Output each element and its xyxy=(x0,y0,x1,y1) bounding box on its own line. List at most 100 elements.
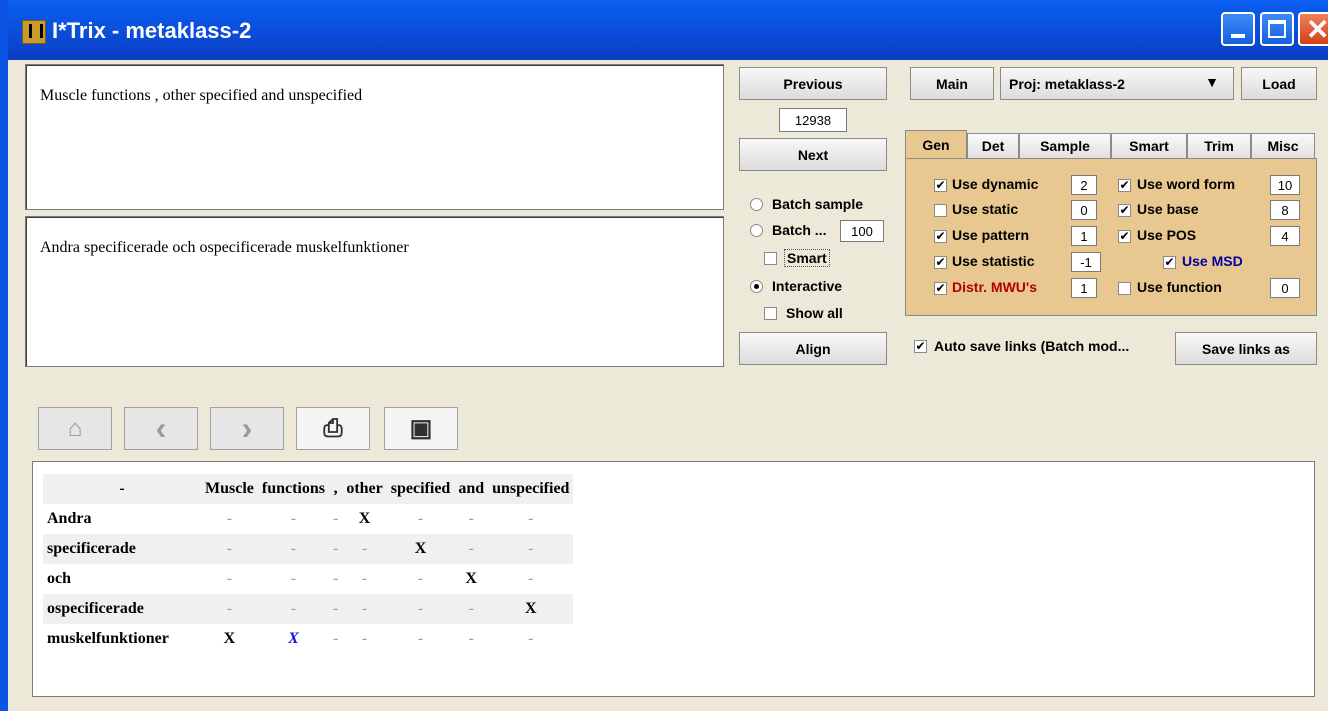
alignment-cell[interactable]: - xyxy=(488,534,574,564)
source-text: Muscle functions , other specified and u… xyxy=(40,87,363,104)
previous-button[interactable]: Previous xyxy=(739,67,887,100)
use-statistic-field[interactable]: -1 xyxy=(1071,252,1101,272)
alignment-cell[interactable]: - xyxy=(342,534,387,564)
alignment-cell[interactable]: - xyxy=(201,504,258,534)
forward-button[interactable]: › xyxy=(210,407,284,450)
alignment-cell[interactable]: X xyxy=(342,504,386,534)
alignment-cell[interactable]: - xyxy=(329,624,342,654)
use-pattern-field[interactable]: 1 xyxy=(1071,226,1097,246)
batch-radio[interactable] xyxy=(750,224,763,237)
table-row: ospecificerade - - - - - - X xyxy=(43,594,574,624)
alignment-cell[interactable]: - xyxy=(386,594,455,624)
alignment-cell[interactable]: - xyxy=(387,564,455,594)
alignment-cell[interactable]: X xyxy=(488,594,574,624)
alignment-cell[interactable]: - xyxy=(387,624,455,654)
use-pos-checkbox[interactable]: ✔ xyxy=(1118,230,1131,243)
print-button[interactable]: ⎙ xyxy=(296,407,370,450)
source-text-area[interactable]: Muscle functions , other specified and u… xyxy=(25,64,724,210)
proj-value: metaklass-2 xyxy=(1044,75,1125,92)
use-pattern-checkbox[interactable]: ✔ xyxy=(934,230,947,243)
next-button[interactable]: Next xyxy=(739,138,887,171)
minimize-button[interactable] xyxy=(1221,12,1255,46)
back-icon: ‹ xyxy=(155,410,167,446)
tab-smart[interactable]: Smart xyxy=(1111,133,1187,158)
use-statistic-checkbox[interactable]: ✔ xyxy=(934,256,947,269)
distr-mwu-checkbox[interactable]: ✔ xyxy=(934,282,947,295)
column-header: functions xyxy=(257,474,329,504)
alignment-cell[interactable]: - xyxy=(258,504,329,534)
alignment-cell[interactable]: - xyxy=(329,594,343,624)
title-bar[interactable]: I*Trix - metaklass-2 xyxy=(8,0,1328,60)
interactive-radio[interactable] xyxy=(750,280,763,293)
alignment-cell[interactable]: - xyxy=(488,564,573,594)
main-button[interactable]: Main xyxy=(910,67,994,100)
load-button[interactable]: Load xyxy=(1241,67,1317,100)
close-button[interactable] xyxy=(1298,12,1328,46)
use-dynamic-field[interactable]: 2 xyxy=(1071,175,1097,195)
smart-checkbox[interactable] xyxy=(764,252,777,265)
use-base-field[interactable]: 8 xyxy=(1270,200,1300,220)
tab-gen[interactable]: Gen xyxy=(905,130,967,158)
back-button[interactable]: ‹ xyxy=(124,407,198,450)
row-header: muskelfunktioner xyxy=(47,630,169,647)
index-field[interactable]: 12938 xyxy=(779,108,847,132)
alignment-cell[interactable]: - xyxy=(488,504,573,534)
column-header: and xyxy=(454,474,489,504)
batch-sample-label: Batch sample xyxy=(772,196,864,212)
alignment-cell[interactable]: X xyxy=(386,534,455,564)
batch-sample-radio[interactable] xyxy=(750,198,763,211)
distr-mwu-field[interactable]: 1 xyxy=(1071,278,1097,298)
distr-mwu-label: Distr. MWU's xyxy=(952,279,1038,295)
alignment-cell[interactable]: - xyxy=(257,534,329,564)
alignment-cell[interactable]: - xyxy=(201,594,258,624)
save-links-as-button[interactable]: Save links as xyxy=(1175,332,1317,365)
alignment-cell[interactable]: - xyxy=(454,534,489,564)
target-text-area[interactable]: Andra specificerade och ospecificerade m… xyxy=(25,216,724,367)
align-button[interactable]: Align xyxy=(739,332,887,365)
tab-trim[interactable]: Trim xyxy=(1187,133,1251,158)
alignment-cell[interactable]: - xyxy=(258,564,329,594)
alignment-cell[interactable]: - xyxy=(488,624,573,654)
alignment-cell[interactable]: - xyxy=(329,504,342,534)
tab-det[interactable]: Det xyxy=(967,133,1019,158)
alignment-cell[interactable]: - xyxy=(329,564,342,594)
alignment-cell[interactable]: X xyxy=(258,624,329,654)
use-dynamic-checkbox[interactable]: ✔ xyxy=(934,179,947,192)
row-header: Andra xyxy=(47,510,92,527)
column-header: other xyxy=(342,474,387,504)
project-select[interactable]: Proj: metaklass-2 ▼ xyxy=(1000,67,1234,100)
tab-sample[interactable]: Sample xyxy=(1019,133,1111,158)
use-word-form-checkbox[interactable]: ✔ xyxy=(1118,179,1131,192)
use-static-field[interactable]: 0 xyxy=(1071,200,1097,220)
show-all-checkbox[interactable] xyxy=(764,307,777,320)
alignment-cell[interactable]: - xyxy=(387,504,455,534)
alignment-cell[interactable]: X xyxy=(201,624,258,654)
alignment-cell[interactable]: - xyxy=(454,624,488,654)
auto-save-checkbox[interactable]: ✔ xyxy=(914,340,927,353)
alignment-cell[interactable]: - xyxy=(342,624,386,654)
batch-size-field[interactable]: 100 xyxy=(840,220,884,242)
alignment-cell[interactable]: - xyxy=(201,564,258,594)
use-function-checkbox[interactable] xyxy=(1118,282,1131,295)
use-function-field[interactable]: 0 xyxy=(1270,278,1300,298)
maximize-button[interactable] xyxy=(1260,12,1294,46)
alignment-cell[interactable]: - xyxy=(201,534,258,564)
proj-label: Proj: xyxy=(1009,75,1041,92)
alignment-cell[interactable]: - xyxy=(342,564,386,594)
use-base-checkbox[interactable]: ✔ xyxy=(1118,204,1131,217)
batch-label: Batch ... xyxy=(772,222,827,238)
use-msd-checkbox[interactable]: ✔ xyxy=(1163,256,1176,269)
alignment-cell[interactable]: - xyxy=(342,594,387,624)
use-pos-field[interactable]: 4 xyxy=(1270,226,1300,246)
alignment-cell[interactable]: - xyxy=(257,594,329,624)
alignment-cell[interactable]: - xyxy=(329,534,343,564)
use-static-checkbox[interactable] xyxy=(934,204,947,217)
alignment-cell[interactable]: - xyxy=(454,504,488,534)
home-button[interactable]: ⌂ xyxy=(38,407,112,450)
use-word-form-field[interactable]: 10 xyxy=(1270,175,1300,195)
alignment-cell[interactable]: X xyxy=(454,564,488,594)
tab-misc[interactable]: Misc xyxy=(1251,133,1315,158)
alignment-cell[interactable]: - xyxy=(454,594,489,624)
save-button[interactable]: ▣ xyxy=(384,407,458,450)
table-row: muskelfunktioner X X - - - - - xyxy=(43,624,573,654)
